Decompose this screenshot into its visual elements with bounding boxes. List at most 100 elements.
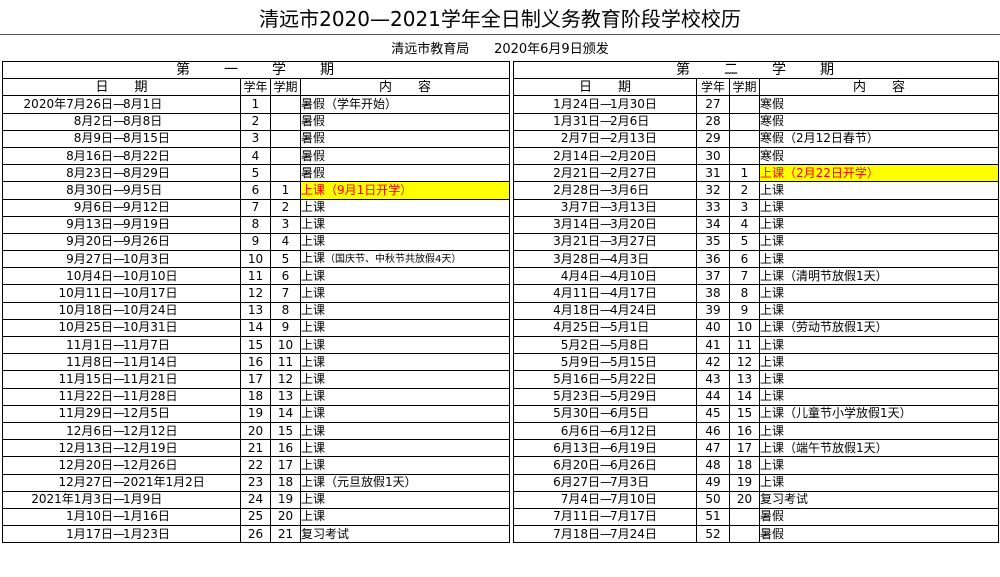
date-cell: 1月17日—1月23日: [2, 525, 241, 544]
date-cell: 1月31日—2月6日: [513, 112, 697, 131]
content-cell: 上课: [300, 198, 510, 217]
date-end: 11月21日: [123, 371, 178, 386]
week-of-term: 10: [729, 318, 760, 338]
content-cell: 上课: [300, 507, 510, 527]
week-of-year: 11: [240, 267, 271, 286]
date-start: 8月23日: [66, 165, 113, 180]
date-end: 6月12日: [610, 423, 657, 438]
week-of-year: 14: [240, 318, 271, 338]
content-cell: 上课: [300, 284, 510, 303]
date-start: 1月24日: [553, 96, 600, 111]
date-end: 6月19日: [610, 440, 657, 455]
row-content: 上课: [301, 251, 326, 266]
date-end: 5月8日: [610, 337, 650, 352]
row-content: 上课: [760, 475, 785, 490]
date-start: 12月6日: [66, 423, 113, 438]
date-cell: 5月23日—5月29日: [513, 387, 697, 406]
date-separator: —: [113, 457, 125, 472]
table-row: 9月27日—10月3日 10 5 上课（国庆节、中秋节共放假4天）: [2, 250, 510, 269]
date-cell: 2月21日—2月27日: [513, 164, 697, 183]
row-content: 上课: [760, 354, 785, 369]
date-end: 12月5日: [123, 406, 170, 421]
row-content: 暑假: [760, 526, 785, 541]
week-of-term: 8: [270, 301, 301, 320]
date-cell: 5月30日—6月5日: [513, 404, 697, 423]
week-of-term: 18: [729, 456, 760, 475]
row-content: 上课: [760, 182, 785, 197]
date-separator: —: [113, 337, 125, 352]
week-of-term: 13: [729, 370, 760, 389]
content-cell: 上课（清明节放假1天）: [759, 267, 999, 286]
date-end: 12月19日: [123, 440, 178, 455]
content-cell: 暑假: [759, 507, 999, 527]
date-cell: 7月4日—7月10日: [513, 490, 697, 509]
week-of-term: 3: [270, 215, 301, 234]
table-row: 7月4日—7月10日 50 20 复习考试: [513, 490, 999, 509]
table-row: 10月4日—10月10日 11 6 上课: [2, 267, 510, 286]
row-content: 暑假: [301, 114, 326, 129]
content-cell: 上课: [300, 370, 510, 389]
content-cell: 上课: [300, 215, 510, 234]
table-row: 2021年1月3日—1月9日 24 19 上课: [2, 490, 510, 509]
date-start: 2021年1月3日: [31, 492, 113, 507]
date-start: 11月29日: [58, 406, 113, 421]
date-separator: —: [113, 234, 125, 249]
week-of-term: [729, 129, 760, 148]
row-content: 上课: [301, 371, 326, 386]
date-separator: —: [113, 268, 125, 283]
table-row: 8月2日—8月8日 2 暑假: [2, 112, 510, 131]
date-end: 4月3日: [610, 251, 650, 266]
week-of-year: 13: [240, 301, 271, 320]
week-of-term: 3: [729, 198, 760, 217]
date-end: 5月1日: [610, 320, 650, 335]
date-cell: 10月11日—10月17日: [2, 284, 241, 303]
week-term-header: 学期: [270, 78, 301, 97]
week-of-term: 17: [729, 439, 760, 458]
date-end: 8月29日: [123, 165, 170, 180]
week-of-term: [270, 146, 301, 166]
content-cell: 上课: [759, 301, 999, 320]
content-cell: 上课: [759, 387, 999, 406]
date-end: 3月27日: [610, 234, 657, 249]
date-separator: —: [113, 182, 125, 197]
date-start: 5月2日: [560, 337, 600, 352]
table-row: 5月2日—5月8日 41 11 上课: [513, 335, 999, 355]
table-row: 2月7日—2月13日 29 寒假（2月12日春节）: [513, 129, 999, 148]
date-separator: —: [113, 320, 125, 335]
row-content: 上课: [760, 423, 785, 438]
date-cell: 9月13日—9月19日: [2, 215, 241, 234]
date-cell: 11月15日—11月21日: [2, 370, 241, 389]
row-content: 上课（2月22日开学）: [760, 165, 879, 180]
date-start: 5月16日: [553, 371, 600, 386]
week-of-year: 47: [696, 439, 730, 458]
week-of-term: [729, 507, 760, 527]
week-of-year: 15: [240, 335, 271, 355]
date-cell: 8月9日—8月15日: [2, 129, 241, 148]
date-start: 11月8日: [66, 354, 113, 369]
week-of-year: 25: [240, 507, 271, 527]
date-end: 2月20日: [610, 148, 657, 163]
content-cell: 上课: [759, 456, 999, 475]
date-cell: 5月16日—5月22日: [513, 370, 697, 389]
date-start: 6月13日: [553, 440, 600, 455]
table-row: 11月29日—12月5日 19 14 上课: [2, 404, 510, 423]
date-cell: 8月23日—8月29日: [2, 164, 241, 183]
date-end: 7月3日: [610, 475, 650, 490]
week-term-header: 学期: [729, 78, 760, 97]
semester-2-rows: 1月24日—1月30日 27 寒假 1月31日—2月6日 28 寒假 2月7日—2月13日 2…: [513, 95, 999, 544]
row-content: 复习考试: [760, 492, 809, 507]
row-content: 上课: [760, 389, 785, 404]
content-cell: 上课: [300, 335, 510, 355]
date-separator: —: [113, 423, 125, 438]
semester-2-title: 第 二 学 期: [513, 60, 999, 80]
table-row: 12月20日—12月26日 22 17 上课: [2, 456, 510, 475]
week-of-term: 4: [270, 232, 301, 252]
date-end: 11月28日: [123, 389, 178, 404]
date-end: 3月20日: [610, 217, 657, 232]
date-start: 3月28日: [553, 251, 600, 266]
date-end: 3月6日: [610, 182, 650, 197]
table-row: 11月1日—11月7日 15 10 上课: [2, 335, 510, 355]
content-cell: 暑假: [300, 164, 510, 183]
date-end: 6月26日: [610, 457, 657, 472]
date-cell: 5月9日—5月15日: [513, 353, 697, 372]
